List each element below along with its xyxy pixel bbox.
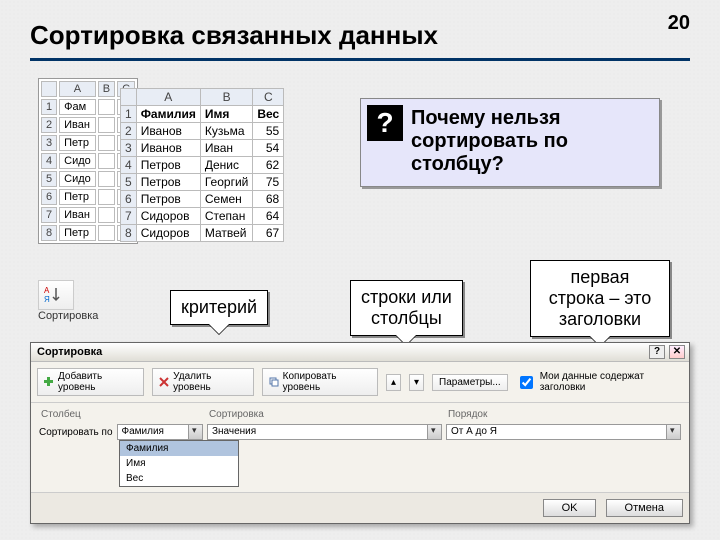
arrow-up-icon: ▴ xyxy=(391,377,396,388)
callout-first-row: первая строка – это заголовки xyxy=(530,260,670,337)
dropdown-option[interactable]: Вес xyxy=(120,471,238,486)
sort-on-combo[interactable]: Значения xyxy=(207,424,442,440)
copy-icon xyxy=(269,377,279,387)
dropdown-option[interactable]: Фамилия xyxy=(120,441,238,456)
question-text: Почему нельзя сортировать по столбцу? xyxy=(411,107,649,176)
dropdown-option[interactable]: Имя xyxy=(120,456,238,471)
svg-text:А: А xyxy=(44,286,50,295)
dialog-toolbar: Добавить уровень Удалить уровень Копиров… xyxy=(31,362,689,403)
help-button[interactable]: ? xyxy=(649,345,665,359)
move-down-button[interactable]: ▾ xyxy=(409,374,424,391)
question-mark-icon: ? xyxy=(367,105,403,141)
options-button[interactable]: Параметры... xyxy=(432,374,508,391)
headers-checkbox[interactable]: Мои данные содержат заголовки xyxy=(516,371,683,393)
page-number: 20 xyxy=(668,12,690,35)
sort-by-label: Сортировать по xyxy=(39,427,113,438)
copy-level-button[interactable]: Копировать уровень xyxy=(262,368,378,396)
headers-checkbox-input[interactable] xyxy=(520,376,533,389)
delete-level-button[interactable]: Удалить уровень xyxy=(152,368,253,396)
column-header: Столбец xyxy=(37,407,205,422)
arrow-down-icon: ▾ xyxy=(414,377,419,388)
sort-button-label: Сортировка xyxy=(38,310,98,322)
sort-dialog: Сортировка ? ✕ Добавить уровень Удалить … xyxy=(30,342,690,524)
chevron-down-icon xyxy=(427,425,441,439)
add-level-button[interactable]: Добавить уровень xyxy=(37,368,144,396)
sort-ribbon-button[interactable]: АЯ Сортировка xyxy=(38,280,98,322)
chevron-down-icon xyxy=(666,425,680,439)
add-icon xyxy=(44,377,54,387)
ok-button[interactable]: OK xyxy=(543,499,597,517)
dialog-title: Сортировка xyxy=(37,346,102,358)
column-dropdown[interactable]: Фамилия Имя Вес xyxy=(119,440,239,487)
cancel-button[interactable]: Отмена xyxy=(606,499,683,517)
chevron-down-icon xyxy=(188,425,202,439)
sort-levels-grid: Столбец Сортировка Порядок Сортировать п… xyxy=(31,403,689,492)
move-up-button[interactable]: ▴ xyxy=(386,374,401,391)
callout-rows-cols: строки или столбцы xyxy=(350,280,463,336)
dialog-titlebar: Сортировка ? ✕ xyxy=(31,343,689,362)
order-combo[interactable]: От А до Я xyxy=(446,424,681,440)
column-combo[interactable]: Фамилия xyxy=(117,424,203,440)
delete-icon xyxy=(159,377,169,387)
question-callout: ? Почему нельзя сортировать по столбцу? xyxy=(360,98,660,187)
data-table: ABC 1ФамилияИмяВес 2ИвановКузьма55 3Иван… xyxy=(120,88,284,242)
dialog-buttons: OK Отмена xyxy=(31,492,689,523)
sort-on-header: Сортировка xyxy=(205,407,444,422)
order-header: Порядок xyxy=(444,407,683,422)
svg-text:Я: Я xyxy=(44,295,50,304)
callout-criterion: критерий xyxy=(170,290,268,325)
close-button[interactable]: ✕ xyxy=(669,345,685,359)
title-rule xyxy=(30,58,690,61)
sort-az-icon: АЯ xyxy=(38,280,74,310)
page-title: Сортировка связанных данных xyxy=(30,20,438,51)
